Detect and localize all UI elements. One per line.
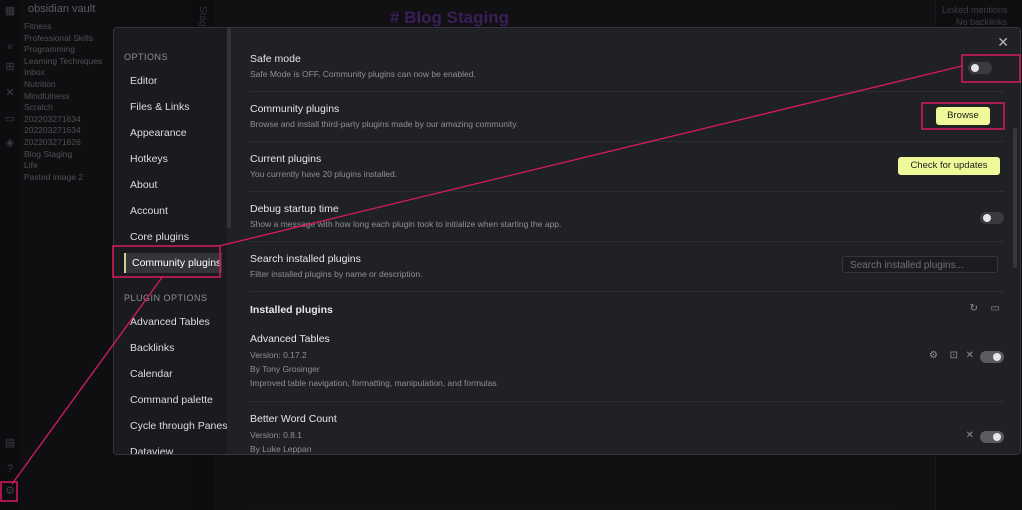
reload-icon[interactable]: ↻	[970, 303, 978, 314]
setting-name: Debug startup time	[250, 203, 339, 215]
nav-dataview[interactable]: Dataview	[124, 442, 222, 454]
plugin-author: By Luke Leppan	[250, 444, 312, 454]
plugin-better-word-count: Better Word Count Version: 0.8.1 By Luke…	[250, 401, 1004, 454]
setting-desc: You currently have 20 plugins installed.	[250, 169, 398, 179]
setting-name: Search installed plugins	[250, 253, 361, 265]
setting-search-plugins: Search installed plugins Filter installe…	[250, 241, 1004, 292]
setting-current-plugins: Current plugins You currently have 20 pl…	[250, 141, 1004, 192]
content-scrollbar[interactable]	[1013, 128, 1017, 268]
plugin-version: Version: 0.17.2	[250, 350, 307, 360]
plugin-author: By Tony Grosinger	[250, 364, 320, 374]
browse-button[interactable]: Browse	[936, 107, 990, 125]
setting-name: Safe mode	[250, 53, 301, 65]
plugin-name: Advanced Tables	[250, 333, 330, 345]
plugin-hotkeys-icon[interactable]: ⊡	[950, 350, 958, 361]
nav-backlinks[interactable]: Backlinks	[124, 338, 222, 358]
nav-advanced-tables[interactable]: Advanced Tables	[124, 312, 222, 332]
plugin-settings-gear-icon[interactable]: ⚙	[929, 350, 938, 361]
nav-files-links[interactable]: Files & Links	[124, 97, 222, 117]
nav-editor[interactable]: Editor	[124, 71, 222, 91]
nav-about[interactable]: About	[124, 175, 222, 195]
setting-debug-startup: Debug startup time Show a message with h…	[250, 191, 1004, 242]
setting-desc: Show a message with how long each plugin…	[250, 219, 562, 229]
nav-account[interactable]: Account	[124, 201, 222, 221]
setting-name: Community plugins	[250, 103, 340, 115]
installed-plugins-title: Installed plugins	[250, 304, 333, 316]
nav-hotkeys[interactable]: Hotkeys	[124, 149, 222, 169]
settings-modal: OPTIONS Editor Files & Links Appearance …	[113, 27, 1021, 455]
setting-safe-mode: Safe mode Safe Mode is OFF. Community pl…	[250, 41, 1004, 92]
plugin-name: Better Word Count	[250, 413, 337, 425]
nav-core-plugins[interactable]: Core plugins	[124, 227, 222, 247]
safe-mode-toggle[interactable]	[968, 62, 992, 74]
open-folder-icon[interactable]: ▭	[991, 303, 1000, 314]
nav-command-palette[interactable]: Command palette	[124, 390, 222, 410]
options-header: OPTIONS	[124, 52, 169, 62]
plugin-desc: Improved table navigation, formatting, m…	[250, 378, 497, 388]
check-updates-button[interactable]: Check for updates	[898, 157, 1000, 175]
nav-appearance[interactable]: Appearance	[124, 123, 222, 143]
setting-community-plugins: Community plugins Browse and install thi…	[250, 91, 1004, 142]
settings-nav: OPTIONS Editor Files & Links Appearance …	[114, 28, 227, 454]
setting-desc: Browse and install third-party plugins m…	[250, 119, 519, 129]
setting-desc: Filter installed plugins by name or desc…	[250, 269, 423, 279]
plugin-options-header: PLUGIN OPTIONS	[124, 293, 208, 303]
plugin-uninstall-x-icon[interactable]: ✕	[966, 350, 974, 361]
search-plugins-input[interactable]: Search installed plugins...	[842, 256, 998, 273]
plugin-advanced-tables: Advanced Tables Version: 0.17.2 By Tony …	[250, 321, 1004, 402]
nav-community-plugins[interactable]: Community plugins	[124, 253, 222, 273]
nav-calendar[interactable]: Calendar	[124, 364, 222, 384]
setting-desc: Safe Mode is OFF. Community plugins can …	[250, 69, 476, 79]
plugin-enabled-toggle[interactable]	[980, 431, 1004, 443]
plugin-version: Version: 0.8.1	[250, 430, 302, 440]
setting-name: Current plugins	[250, 153, 322, 165]
settings-content: ✕ Safe mode Safe Mode is OFF. Community …	[231, 28, 1020, 454]
plugin-uninstall-x-icon[interactable]: ✕	[966, 430, 974, 441]
debug-startup-toggle[interactable]	[980, 212, 1004, 224]
plugin-enabled-toggle[interactable]	[980, 351, 1004, 363]
nav-cycle-panes[interactable]: Cycle through Panes	[124, 416, 236, 436]
